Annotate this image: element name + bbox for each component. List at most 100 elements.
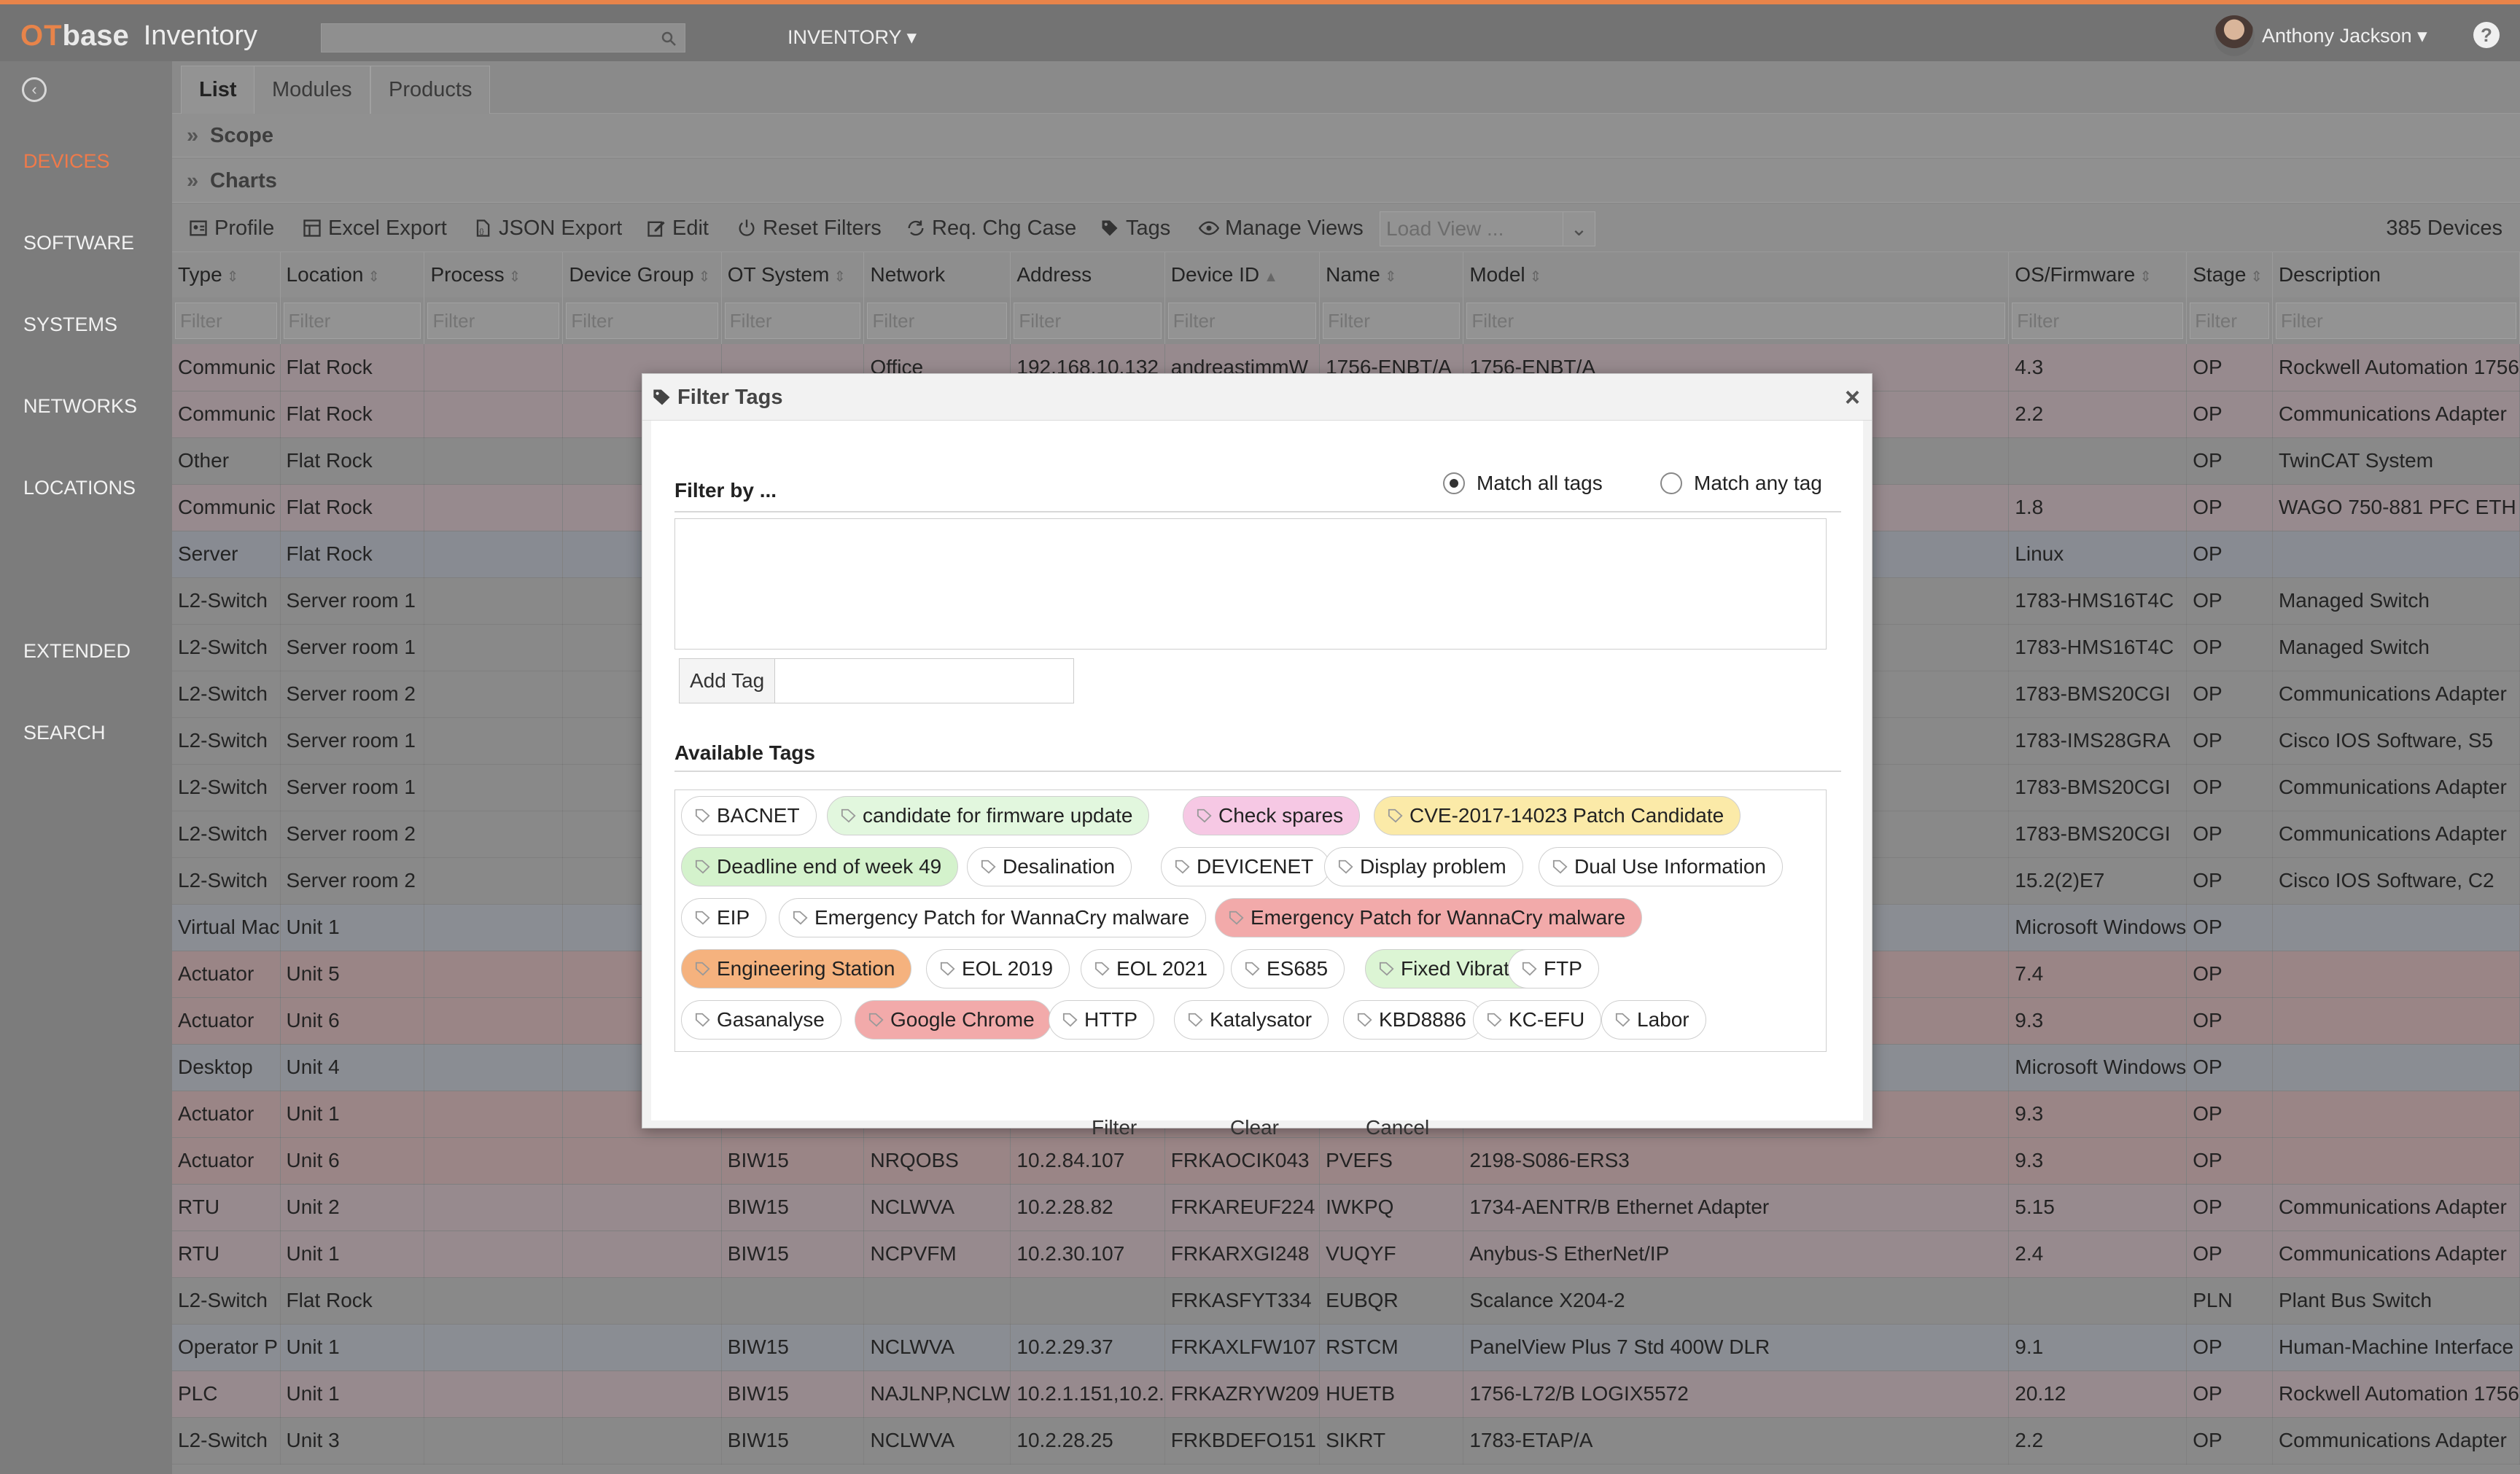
tag-chip[interactable]: BACNET [681,796,817,835]
col-device-group[interactable]: Device Group ⇕ [562,252,722,297]
sidebar-item-software[interactable]: SOFTWARE [23,232,134,254]
column-filter-input[interactable] [1167,303,1317,339]
tag-chip[interactable]: Display problem [1324,847,1523,886]
excel-export-button[interactable]: Excel Export [302,204,447,252]
column-filter-input[interactable] [724,303,861,339]
tag-chip[interactable]: Google Chrome [855,1000,1051,1040]
manage-views-button[interactable]: Manage Views [1199,204,1364,252]
column-filter-input[interactable] [867,303,1008,339]
col-network[interactable]: Network [863,252,1011,297]
col-location[interactable]: Location ⇕ [280,252,425,297]
sidebar-item-extended[interactable]: EXTENDED [23,640,131,663]
column-filter-input[interactable] [283,303,421,339]
sidebar-item-search[interactable]: SEARCH [23,722,106,744]
column-filter-input[interactable] [1466,303,2006,339]
scope-section[interactable]: » Scope [172,114,2520,157]
tag-chip[interactable]: EOL 2021 [1081,949,1225,988]
tag-chip[interactable]: candidate for firmware update [827,796,1150,835]
column-filter-input[interactable] [2275,303,2516,339]
col-name[interactable]: Name ⇕ [1319,252,1464,297]
tag-chip[interactable]: Gasanalyse [681,1000,841,1040]
search-icon[interactable] [660,30,677,47]
column-filter-input[interactable] [175,303,277,339]
tab-modules[interactable]: Modules [254,66,370,114]
help-icon[interactable]: ? [2473,22,2500,48]
close-icon[interactable]: × [1845,380,1860,415]
tag-chip[interactable]: CVE-2017-14023 Patch Candidate [1374,796,1741,835]
match-all-radio[interactable]: Match all tags [1443,472,1603,495]
col-model[interactable]: Model ⇕ [1463,252,2010,297]
tag-chip[interactable]: Labor [1601,1000,1706,1040]
column-filter-input[interactable] [566,303,718,339]
table-cell: Communic [172,344,281,391]
table-cell: Communications Adapter [2272,764,2520,811]
tag-chip[interactable]: Emergency Patch for WannaCry malware [1215,898,1643,937]
table-row[interactable]: RTU Unit 1 BIW15 NCPVFM 10.2.30.107 FRKARXGI2… [172,1231,2520,1278]
col-stage[interactable]: Stage ⇕ [2186,252,2273,297]
column-filter-input[interactable] [427,303,560,339]
sidebar-item-networks[interactable]: NETWORKS [23,395,137,418]
sidebar-item-devices[interactable]: DEVICES [23,150,110,173]
table-row[interactable]: L2-Switch Flat Rock FRKASFYT334 EUBQR Scalan… [172,1277,2520,1325]
tag-chip[interactable]: ES685 [1231,949,1345,988]
selected-tags-area[interactable] [674,518,1827,650]
tag-chip[interactable]: Engineering Station [681,949,912,988]
col-os-firmware[interactable]: OS/Firmware ⇕ [2008,252,2188,297]
table-row[interactable]: Actuator Unit 6 BIW15 NRQOBS 10.2.84.107 FRKA… [172,1137,2520,1185]
tag-chip[interactable]: Emergency Patch for WannaCry malware [779,898,1207,937]
tag-chip[interactable]: Dual Use Information [1539,847,1784,886]
tag-chip[interactable]: Check spares [1183,796,1361,835]
table-row[interactable]: RTU Unit 2 BIW15 NCLWVA 10.2.28.82 FRKAREUF22… [172,1184,2520,1231]
table-cell [2008,1277,2188,1325]
col-process[interactable]: Process ⇕ [424,252,564,297]
tab-products[interactable]: Products [370,66,491,114]
inventory-menu[interactable]: INVENTORY ▾ [788,26,917,49]
charts-section[interactable]: » Charts [172,159,2520,203]
sidebar-item-locations[interactable]: LOCATIONS [23,477,136,499]
table-row[interactable]: Operator P Unit 1 BIW15 NCLWVA 10.2.29.37 FRK… [172,1324,2520,1371]
radio-unselected-icon[interactable] [1660,472,1682,494]
req-chg-case-button[interactable]: Req. Chg Case [906,204,1076,252]
tab-list[interactable]: List [181,66,255,114]
column-filter-input[interactable] [1323,303,1461,339]
column-filter-input[interactable] [2190,303,2269,339]
tag-chip[interactable]: Deadline end of week 49 [681,847,959,886]
match-any-radio[interactable]: Match any tag [1660,472,1822,495]
col-ot-system[interactable]: OT System ⇕ [721,252,865,297]
profile-button[interactable]: Profile [188,204,274,252]
table-row[interactable]: L2-Switch Unit 3 BIW15 NCLWVA 10.2.28.25 FRKB… [172,1417,2520,1465]
reset-filters-button[interactable]: Reset Filters [736,204,882,252]
tag-chip[interactable]: FTP [1508,949,1599,988]
col-type[interactable]: Type ⇕ [172,252,281,297]
load-view-select[interactable]: Load View ... ⌄ [1380,211,1595,246]
back-arrow-icon[interactable]: ‹ [22,77,47,102]
clear-button[interactable]: Clear [1230,1116,1279,1139]
col-description[interactable]: Description [2272,252,2520,297]
table-cell: 9.3 [2008,1137,2188,1185]
tags-button[interactable]: Tags [1100,204,1170,252]
tag-chip[interactable]: EOL 2019 [926,949,1070,988]
filter-button[interactable]: Filter [1092,1116,1137,1139]
edit-button[interactable]: Edit [646,204,709,252]
tag-chip[interactable]: HTTP [1049,1000,1155,1040]
add-tag-input[interactable] [775,658,1075,703]
tag-chip[interactable]: Desalination [967,847,1132,886]
col-address[interactable]: Address [1010,252,1165,297]
tag-chip[interactable]: EIP [681,898,767,937]
col-device-id[interactable]: Device ID ▲ [1164,252,1321,297]
json-export-button[interactable]: {} JSON Export [472,204,622,252]
tag-chip[interactable]: KC-EFU [1473,1000,1602,1040]
app-logo[interactable]: OT base Inventory [20,17,257,54]
column-filter-input[interactable] [1014,303,1162,339]
table-row[interactable]: PLC Unit 1 BIW15 NAJLNP,NCLW 10.2.1.151,10.2… [172,1370,2520,1418]
tag-chip[interactable]: DEVICENET [1161,847,1331,886]
tag-chip[interactable]: Katalysator [1174,1000,1329,1040]
global-search-input[interactable] [321,23,685,52]
cancel-button[interactable]: Cancel [1366,1116,1429,1139]
sidebar-item-systems[interactable]: SYSTEMS [23,313,117,336]
user-menu[interactable]: Anthony Jackson ▾ [2214,15,2427,56]
column-filter-input[interactable] [2012,303,2184,339]
chevron-down-icon[interactable]: ⌄ [1563,212,1595,246]
tag-chip[interactable]: KBD8886 [1343,1000,1483,1040]
radio-selected-icon[interactable] [1443,472,1465,494]
